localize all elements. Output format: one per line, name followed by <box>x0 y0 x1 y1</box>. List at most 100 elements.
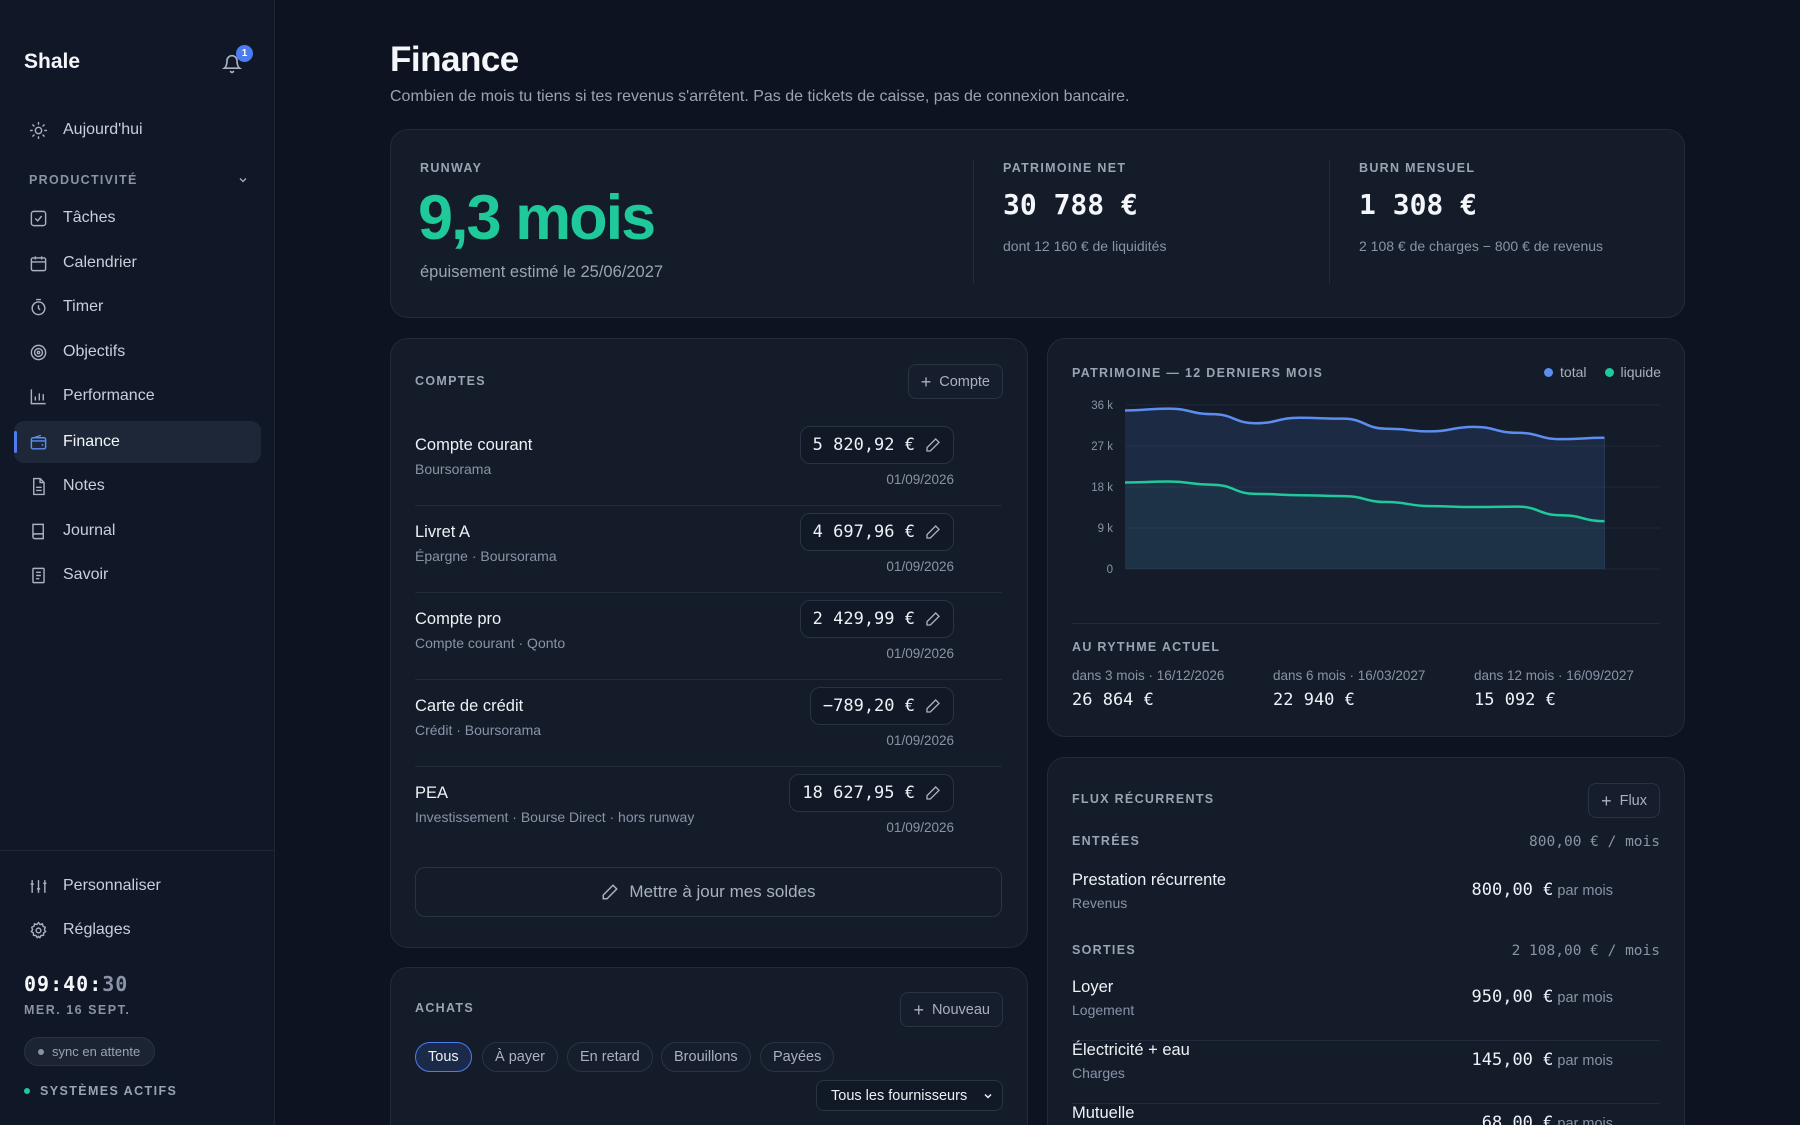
add-flow-label: Flux <box>1619 792 1647 809</box>
current-date: MER. 16 SEPT. <box>24 1003 131 1017</box>
account-name: Livret A <box>415 523 471 541</box>
account-name: Compte pro <box>415 610 502 628</box>
networth-chart: 09 k18 k27 k36 ksept.oct.nov.déc.janv.fé… <box>1091 400 1660 576</box>
expenses-total: 2 108,00 € / mois <box>1511 943 1660 959</box>
nav-objectifs[interactable]: Objectifs <box>14 331 261 373</box>
nav-notes[interactable]: Notes <box>14 465 261 507</box>
filter-overdue[interactable]: En retard <box>567 1042 653 1072</box>
account-balance-field[interactable]: 18 627,95 € <box>789 774 954 812</box>
flow-name: Électricité + eau <box>1072 1041 1190 1059</box>
sliders-icon <box>30 879 47 893</box>
projection-value: 15 092 € <box>1474 690 1556 710</box>
summary-card: RUNWAY 9,3 mois épuisement estimé le 25/… <box>390 129 1685 318</box>
sun-icon <box>29 121 48 139</box>
projection-6m: dans 6 mois · 16/03/2027 22 940 € <box>1273 668 1425 710</box>
plus-icon: + <box>913 999 924 1020</box>
flow-amount: 145,00 € <box>1471 1050 1554 1070</box>
wallet-icon <box>30 434 47 450</box>
flow-category: Charges <box>1072 1065 1125 1081</box>
account-balance-field[interactable]: 4 697,96 € <box>799 513 954 551</box>
checkbox-icon <box>30 210 47 226</box>
target-icon <box>30 344 47 360</box>
nav-section-productivite[interactable]: PRODUCTIVITÉ <box>29 173 249 187</box>
per-month-label: par mois <box>1557 1053 1613 1069</box>
nav-label: Objectifs <box>63 343 126 360</box>
account-name: Compte courant <box>415 436 533 454</box>
income-total: 800,00 € / mois <box>1529 834 1660 850</box>
filter-to-pay[interactable]: À payer <box>482 1042 558 1072</box>
filter-paid[interactable]: Payées <box>760 1042 835 1072</box>
account-date: 01/09/2026 <box>886 820 954 835</box>
add-account-button[interactable]: + Compte <box>907 364 1003 399</box>
flow-category: Logement <box>1072 1002 1135 1018</box>
pencil-icon <box>926 699 940 713</box>
nav-performance[interactable]: Performance <box>14 375 261 417</box>
flow-row[interactable]: Prestation récurrente Revenus 800,00 € pa… <box>1072 871 1660 934</box>
filter-drafts[interactable]: Brouillons <box>661 1042 751 1072</box>
sidebar-divider <box>0 850 275 851</box>
nav-journal[interactable]: Journal <box>14 510 261 552</box>
networth-chart-card: PATRIMOINE — 12 DERNIERS MOIS total liqu… <box>1047 338 1685 737</box>
update-balances-button[interactable]: Mettre à jour mes soldes <box>415 867 1002 917</box>
account-row[interactable]: Compte courant Boursorama 5 820,92 € 01/… <box>415 419 1002 506</box>
account-date: 01/09/2026 <box>886 559 954 574</box>
flow-row[interactable]: Électricité + eau Charges 145,00 € par mo… <box>1072 1041 1660 1104</box>
burn-block: BURN MENSUEL 1 308 € 2 108 € de charges … <box>1359 161 1603 254</box>
flow-amount: 800,00 € <box>1471 880 1554 900</box>
projection-value: 22 940 € <box>1273 690 1355 710</box>
account-subtitle: Épargne · Boursorama <box>415 548 557 564</box>
account-balance: 4 697,96 € <box>812 522 915 542</box>
pencil-icon <box>926 525 940 539</box>
calendar-icon <box>30 255 47 271</box>
account-row[interactable]: Compte pro Compte courant · Qonto 2 429,… <box>415 593 1002 680</box>
chevron-down-icon <box>239 178 247 183</box>
supplier-select-value: Tous les fournisseurs <box>831 1087 968 1104</box>
divider <box>1072 623 1660 624</box>
purchases-title: ACHATS <box>415 1001 474 1015</box>
projection-3m: dans 3 mois · 16/12/2026 26 864 € <box>1072 668 1224 710</box>
nav-timer[interactable]: Timer <box>14 286 261 328</box>
account-balance-field[interactable]: 5 820,92 € <box>799 426 954 464</box>
nav-label: Journal <box>63 522 116 539</box>
nav-reglages[interactable]: Réglages <box>14 909 261 951</box>
filter-all[interactable]: Tous <box>415 1042 472 1072</box>
systems-status: SYSTÈMES ACTIFS <box>24 1084 177 1098</box>
flow-name: Prestation récurrente <box>1072 871 1227 889</box>
nav-today[interactable]: Aujourd'hui <box>14 109 261 151</box>
nav-personnaliser[interactable]: Personnaliser <box>14 865 261 907</box>
nav-label: Réglages <box>63 921 131 938</box>
income-label: ENTRÉES <box>1072 834 1141 848</box>
nav-taches[interactable]: Tâches <box>14 197 261 239</box>
flow-row[interactable]: Loyer Logement 950,00 € par mois <box>1072 978 1660 1041</box>
pencil-icon <box>926 786 940 800</box>
recurring-flows-card: FLUX RÉCURRENTS + Flux ENTRÉES 800,00 € /… <box>1047 757 1685 1125</box>
nav-label: Aujourd'hui <box>63 121 143 138</box>
account-row[interactable]: Livret A Épargne · Boursorama 4 697,96 €… <box>415 506 1002 593</box>
flow-amount-block: 800,00 € par mois <box>1472 880 1614 900</box>
account-balance: 18 627,95 € <box>802 783 915 803</box>
flow-amount: 68,00 € <box>1481 1113 1554 1125</box>
new-purchase-button[interactable]: + Nouveau <box>900 992 1003 1027</box>
page-title: Finance <box>390 40 519 79</box>
projection-when: dans 3 mois · 16/12/2026 <box>1072 668 1225 683</box>
nav-label: Timer <box>63 298 104 315</box>
net-worth-label: PATRIMOINE NET <box>1003 161 1127 175</box>
projection-when: dans 12 mois · 16/09/2027 <box>1474 668 1634 683</box>
account-balance-field[interactable]: 2 429,99 € <box>799 600 954 638</box>
divider <box>1329 160 1330 284</box>
timer-icon <box>31 298 46 315</box>
supplier-select[interactable]: Tous les fournisseurs <box>816 1080 1003 1111</box>
account-subtitle: Boursorama <box>415 461 492 477</box>
y-tick-label: 27 k <box>1091 441 1113 453</box>
nav-savoir[interactable]: Savoir <box>14 554 261 596</box>
account-balance-field[interactable]: −789,20 € <box>809 687 954 725</box>
nav-calendrier[interactable]: Calendrier <box>14 242 261 284</box>
per-month-label: par mois <box>1557 883 1613 899</box>
add-flow-button[interactable]: + Flux <box>1588 783 1660 818</box>
update-balances-label: Mettre à jour mes soldes <box>629 882 816 901</box>
account-row[interactable]: PEA Investissement · Bourse Direct · hor… <box>415 767 1002 854</box>
account-row[interactable]: Carte de crédit Crédit · Boursorama −789… <box>415 680 1002 767</box>
projection-title: AU RYTHME ACTUEL <box>1072 640 1221 654</box>
nav-finance[interactable]: Finance <box>14 421 261 463</box>
flow-row[interactable]: Mutuelle 68,00 € par mois <box>1072 1104 1660 1125</box>
